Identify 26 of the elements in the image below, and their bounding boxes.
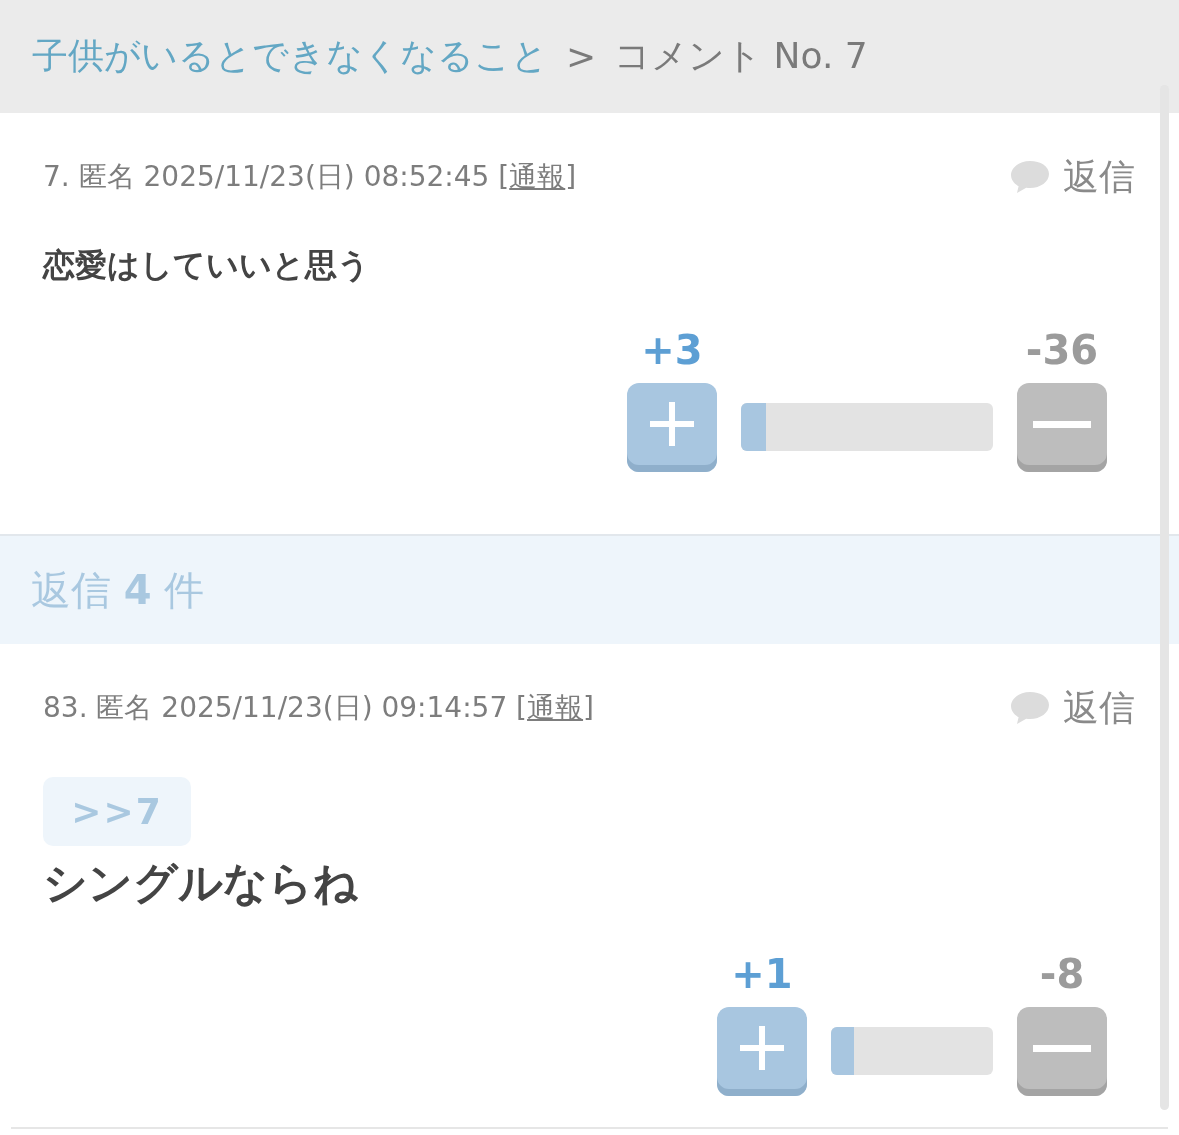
speech-bubble-icon (1010, 691, 1050, 725)
upvote-button[interactable] (717, 1007, 807, 1096)
report-link[interactable]: 通報 (527, 691, 584, 724)
downvote-count: -36 (1025, 328, 1099, 372)
comment-info: 83. 匿名 2025/11/23(日) 09:14:57 [通報] (43, 690, 594, 726)
breadcrumb-link[interactable]: 子供がいるとできなくなること (32, 32, 548, 81)
reply-button[interactable]: 返信 (1010, 152, 1135, 202)
report-link[interactable]: 通報 (509, 160, 566, 193)
minus-icon (1033, 420, 1091, 428)
upvote-count: +3 (641, 328, 703, 372)
upvote-button[interactable] (627, 383, 717, 472)
breadcrumb-separator: > (566, 36, 597, 77)
reply-button[interactable]: 返信 (1010, 683, 1135, 733)
speech-bubble-icon (1010, 160, 1050, 194)
downvote-count: -8 (1039, 952, 1085, 996)
downvote-button[interactable] (1017, 1007, 1107, 1096)
comment-text: 恋愛はしていいと思う (43, 245, 371, 285)
reply-count: 返信 4 件 (31, 565, 205, 615)
plus-icon (650, 402, 694, 446)
plus-icon (740, 1026, 784, 1070)
comment-info: 7. 匿名 2025/11/23(日) 08:52:45 [通報] (43, 159, 577, 195)
downvote-button[interactable] (1017, 383, 1107, 472)
breadcrumb-current: コメント No. 7 (614, 34, 868, 78)
upvote-count: +1 (731, 952, 793, 996)
minus-icon (1033, 1044, 1091, 1052)
comment-text: シングルならね (43, 856, 359, 910)
